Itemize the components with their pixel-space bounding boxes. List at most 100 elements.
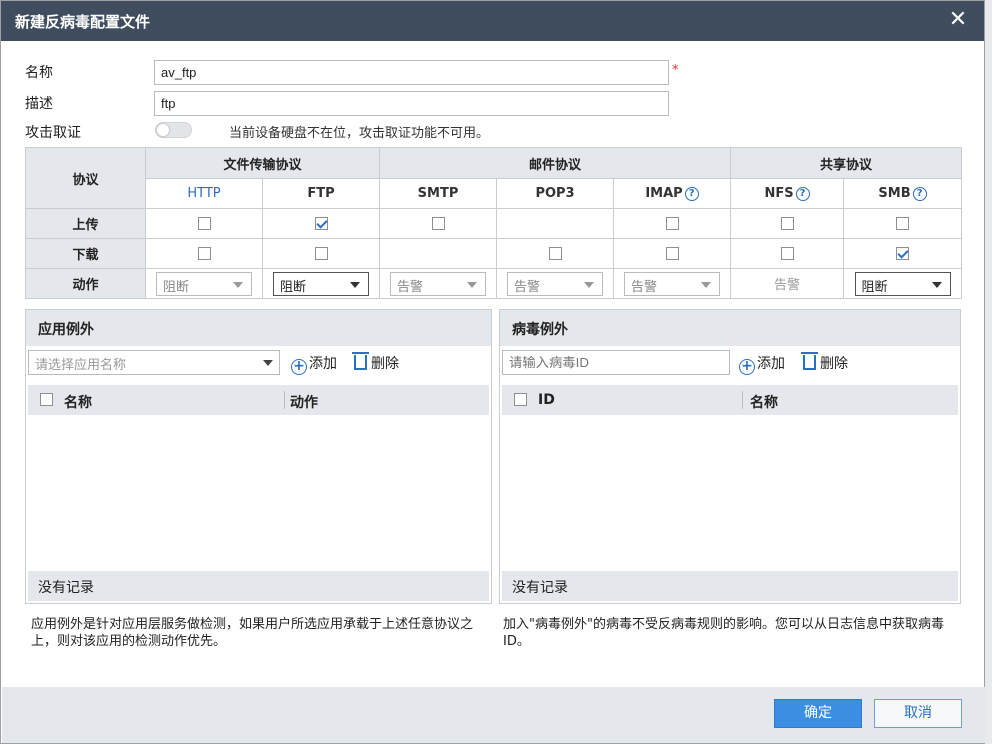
- upload-smb-checkbox[interactable]: [896, 217, 910, 230]
- forensics-label: 攻击取证: [25, 125, 81, 141]
- column-name: 名称: [64, 395, 92, 411]
- app-add-button[interactable]: + 添加: [291, 353, 337, 375]
- group-sharing: 共享协议: [730, 147, 963, 179]
- name-input[interactable]: [154, 60, 669, 85]
- download-http-checkbox[interactable]: [197, 247, 211, 260]
- toggle-knob: [157, 124, 169, 136]
- select-value: 阻断: [163, 279, 190, 295]
- protocol-imap: IMAP: [645, 186, 683, 201]
- download-smb-checkbox[interactable]: [896, 247, 910, 260]
- dialog-titlebar: 新建反病毒配置文件 ✕: [1, 1, 984, 41]
- download-imap-checkbox[interactable]: [665, 247, 679, 260]
- close-icon[interactable]: ✕: [945, 7, 971, 33]
- virus-delete-button[interactable]: 删除: [801, 352, 848, 373]
- new-antivirus-profile-dialog: 新建反病毒配置文件 ✕ 名称 * 描述 攻击取证 当前设备硬盘不在位，攻击取证功…: [0, 0, 985, 744]
- help-icon[interactable]: ?: [684, 187, 699, 201]
- virus-exception-note: 加入"病毒例外"的病毒不受反病毒规则的影响。您可以从日志信息中获取病毒ID。: [503, 617, 944, 649]
- chevron-down-icon: [233, 281, 243, 288]
- column-divider: [284, 391, 285, 409]
- select-all-checkbox[interactable]: [40, 393, 53, 406]
- description-input[interactable]: [154, 91, 669, 116]
- protocol-smb: SMB: [878, 186, 911, 201]
- trash-icon: [352, 352, 369, 370]
- app-exception-table-header: 名称 动作: [28, 385, 489, 415]
- action-label: 动作: [25, 268, 146, 299]
- description-label: 描述: [25, 96, 53, 112]
- select-value: 阻断: [861, 279, 888, 295]
- chevron-down-icon: [350, 281, 360, 288]
- protocol-nfs: NFS: [764, 186, 794, 201]
- download-pop3-checkbox[interactable]: [548, 247, 562, 260]
- chevron-down-icon: [931, 281, 942, 288]
- chevron-down-icon: [263, 360, 273, 366]
- virus-exception-panel: 病毒例外 +添加 删除 ID 名称 没有记录: [499, 309, 961, 604]
- download-nfs-checkbox[interactable]: [780, 247, 794, 260]
- forensics-hint: 当前设备硬盘不在位，攻击取证功能不可用。: [229, 126, 490, 141]
- action-ftp-select[interactable]: 阻断: [273, 271, 369, 296]
- action-http-select[interactable]: 阻断: [156, 271, 252, 296]
- select-placeholder: 请选择应用名称: [35, 358, 127, 373]
- forensics-toggle[interactable]: [155, 122, 192, 138]
- action-nfs-value: 告警: [730, 268, 845, 299]
- protocol-smtp: SMTP: [379, 178, 498, 209]
- app-exception-toolbar: 请选择应用名称 + 添加 删除: [26, 350, 491, 378]
- download-label: 下载: [25, 238, 146, 269]
- column-divider: [742, 391, 743, 409]
- column-action: 动作: [290, 395, 318, 411]
- trash-icon: [801, 352, 818, 370]
- cancel-button[interactable]: 取消: [874, 699, 962, 728]
- protocol-ftp: FTP: [261, 178, 381, 209]
- dialog-footer: 确定 取消: [2, 687, 985, 743]
- column-name: 名称: [750, 395, 778, 411]
- ok-button[interactable]: 确定: [774, 699, 862, 728]
- protocol-nfs-cell: NFS?: [730, 178, 845, 209]
- plus-icon: +: [739, 359, 755, 375]
- name-label: 名称: [25, 65, 53, 81]
- virus-add-button[interactable]: + 添加: [739, 353, 785, 375]
- upload-smtp-checkbox[interactable]: [431, 217, 445, 230]
- download-ftp-checkbox[interactable]: [314, 247, 328, 260]
- protocol-smb-cell: SMB?: [843, 178, 963, 209]
- action-pop3-select[interactable]: 告警: [507, 271, 604, 296]
- upload-row: 上传: [25, 208, 963, 239]
- chevron-down-icon: [584, 281, 595, 288]
- add-label: 添加: [757, 356, 785, 372]
- upload-nfs-checkbox[interactable]: [780, 217, 794, 230]
- delete-label: 删除: [371, 356, 399, 372]
- upload-ftp-checkbox[interactable]: [314, 217, 328, 230]
- group-file-transfer: 文件传输协议: [144, 147, 381, 179]
- virus-exception-title: 病毒例外: [500, 310, 960, 346]
- help-icon[interactable]: ?: [795, 187, 810, 201]
- action-smb-select[interactable]: 阻断: [854, 271, 951, 296]
- empty-message: 没有记录: [502, 571, 958, 601]
- select-all-checkbox[interactable]: [514, 393, 527, 406]
- upload-label: 上传: [25, 208, 146, 239]
- protocol-header: 协议: [25, 147, 146, 209]
- delete-label: 删除: [820, 356, 848, 372]
- help-icon[interactable]: ?: [912, 187, 927, 201]
- column-id: ID: [538, 392, 555, 408]
- virus-id-input[interactable]: [502, 350, 730, 375]
- app-name-select[interactable]: 请选择应用名称: [28, 350, 280, 375]
- action-smtp-select[interactable]: 告警: [390, 271, 487, 296]
- download-row: 下载: [25, 238, 963, 269]
- empty-message: 没有记录: [28, 571, 489, 601]
- select-value: 告警: [514, 279, 541, 295]
- app-exception-title: 应用例外: [26, 310, 491, 346]
- protocol-pop3: POP3: [496, 178, 615, 209]
- group-mail: 邮件协议: [379, 147, 732, 179]
- protocol-table: 协议 文件传输协议 邮件协议 共享协议 HTTP FTP SMTP POP3 I…: [25, 147, 963, 299]
- upload-imap-checkbox[interactable]: [665, 217, 679, 230]
- action-imap-select[interactable]: 告警: [624, 271, 721, 296]
- protocol-http: HTTP: [145, 178, 263, 209]
- upload-http-checkbox[interactable]: [197, 217, 211, 230]
- virus-exception-table-header: ID 名称: [502, 385, 958, 415]
- add-label: 添加: [309, 356, 337, 372]
- action-row: 动作 阻断 阻断 告警 告警 告警 告警 阻断: [25, 268, 963, 299]
- select-value: 告警: [397, 279, 424, 295]
- app-exception-note: 应用例外是针对应用层服务做检测，如果用户所选应用承载于上述任意协议之上，则对该应…: [31, 617, 474, 649]
- required-mark: *: [672, 63, 679, 78]
- chevron-down-icon: [467, 281, 478, 288]
- app-delete-button[interactable]: 删除: [352, 352, 399, 373]
- plus-icon: +: [291, 359, 307, 375]
